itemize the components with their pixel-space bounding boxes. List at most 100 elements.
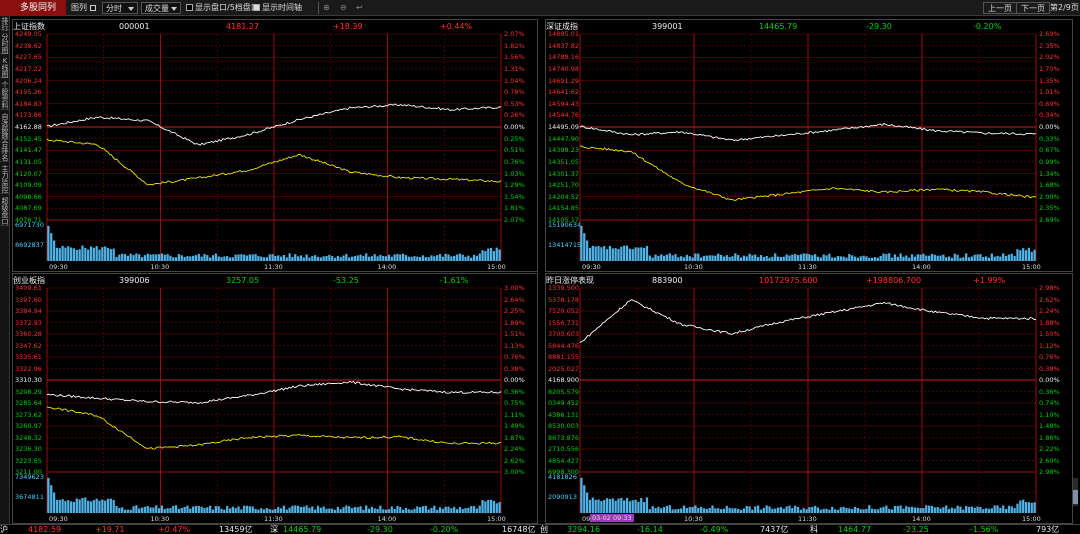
zoom-in-icon[interactable]: ⊕ (323, 0, 330, 16)
volume-bar (55, 499, 59, 513)
price-chart[interactable] (546, 274, 1074, 525)
volume-bar (135, 505, 138, 513)
y-tick-label: 4184.83 (15, 99, 42, 108)
volume-bar (725, 255, 728, 261)
volume-bar (722, 508, 726, 513)
sidebar-item[interactable]: 综合排名 (0, 132, 10, 162)
volume-bar (407, 256, 410, 261)
volume-bar (183, 506, 186, 513)
volume-bar (1022, 499, 1025, 513)
timeaxis-checkbox[interactable]: 显示时间轴 (253, 0, 302, 16)
tab-multi-stock[interactable]: 多股同列 (0, 0, 66, 16)
volume-bar (759, 509, 763, 513)
volume-bar (848, 508, 851, 513)
volume-bar (262, 509, 266, 513)
volume-bar (785, 506, 788, 513)
volume-bar (737, 508, 740, 513)
turnover-amount: 16748亿 (502, 525, 536, 534)
volume-bar (640, 247, 643, 261)
chart-panel[interactable]: 深证成指 399001 14465.79 -29.30 -0.20% 14885.01 14… (545, 19, 1073, 272)
volume-bar (1027, 247, 1030, 261)
sidebar-item[interactable]: 分时图 (0, 32, 10, 55)
volume-bar (472, 506, 476, 513)
volume-bar (928, 505, 931, 513)
volume-bar (737, 254, 740, 261)
volume-bar (856, 257, 859, 261)
volume-bar (399, 507, 402, 513)
volume-bar (226, 505, 229, 513)
pct-tick-label: 0.67% (1039, 146, 1060, 155)
volume-bar (791, 508, 794, 513)
scrollbar-thumb[interactable] (1073, 490, 1078, 504)
volume-bar (922, 508, 925, 513)
chart-panel[interactable]: 昨日涨停表现 883900 10172975.600 +198806.700 +1.99… (545, 273, 1073, 524)
sidebar-item[interactable]: 自选股 (0, 112, 10, 135)
volume-bar (322, 506, 325, 513)
volume-bar (430, 255, 433, 261)
volume-bar (583, 233, 586, 261)
next-page-button[interactable]: 下一页 (1016, 2, 1050, 14)
checkbox-icon (186, 4, 193, 11)
volume-bar (234, 254, 237, 261)
y-tick-label: 4098.66 (15, 192, 42, 201)
sidebar-item[interactable]: 个股资料 (0, 80, 10, 110)
volume-bar (311, 506, 314, 513)
volume-bar (890, 509, 894, 513)
volume-bar (973, 507, 976, 513)
volume-bar (314, 255, 317, 261)
price-chart[interactable] (546, 20, 1074, 273)
volume-bar (226, 256, 229, 261)
back-icon[interactable]: ↩ (356, 0, 363, 16)
volume-bar (680, 256, 683, 261)
volume-bar (200, 256, 203, 261)
volume-bar (745, 506, 748, 513)
volume-bar (662, 255, 666, 261)
volume-bar (331, 256, 334, 261)
orderbook-checkbox[interactable]: 显示盘口/5档盘口 (186, 0, 259, 16)
prev-page-button[interactable]: 上一页 (983, 2, 1017, 14)
volume-bar (665, 254, 669, 261)
volume-bar (206, 507, 209, 513)
pct-tick-label: 1.13% (504, 341, 525, 350)
volume-bar (657, 255, 660, 261)
sidebar-item[interactable]: 排行 (0, 16, 10, 32)
volume-bar (839, 507, 842, 513)
volume-bar (654, 254, 657, 261)
volume-bar (396, 253, 399, 261)
scrollbar[interactable] (1073, 478, 1078, 506)
volume-bar (605, 249, 609, 261)
volume-bar (987, 257, 991, 261)
pct-tick-label: 1.88% (1039, 318, 1060, 327)
volume-bar (859, 509, 862, 513)
volume-bar (853, 256, 857, 261)
volume-bar (155, 505, 158, 513)
volume-bar (905, 255, 908, 261)
sidebar-item[interactable]: 超级盘口 (0, 196, 10, 226)
volume-bar (583, 485, 586, 513)
y-tick-label: 14495.09 (548, 123, 580, 131)
sidebar-item[interactable]: K线图 (0, 56, 10, 79)
volume-bar (328, 254, 331, 261)
y-tick-label: 4131.05 (15, 157, 42, 166)
chart-panel[interactable]: 上证指数 000001 4181.27 +18.39 +0.44% 4249.05 4238… (12, 19, 538, 272)
price-chart[interactable] (13, 274, 539, 525)
volume-bar (118, 507, 121, 513)
volume-bar (691, 257, 694, 261)
zoom-out-icon[interactable]: ⊖ (340, 0, 347, 16)
volume-bar (685, 254, 688, 261)
volume-bar (631, 500, 634, 513)
sidebar-item[interactable]: 主力监控 (0, 164, 10, 194)
x-tick-label: 10:30 (684, 515, 703, 523)
volume-bar (140, 507, 144, 513)
volume-bar (739, 257, 743, 261)
volume-bar (702, 508, 706, 513)
price-chart[interactable] (13, 20, 539, 273)
volume-bar (302, 257, 305, 261)
chart-panel[interactable]: 创业板指 399006 3257.05 -53.25 -1.61% 3409.61 3397… (12, 273, 538, 524)
volume-bar (98, 500, 101, 513)
x-tick-label: 11:30 (264, 515, 283, 523)
period-dropdown[interactable]: 分时 (102, 2, 138, 14)
layout-button[interactable]: 图列 (71, 0, 96, 16)
indicator-dropdown[interactable]: 成交量 (141, 2, 181, 14)
index-price: 1464.77 (838, 525, 872, 534)
